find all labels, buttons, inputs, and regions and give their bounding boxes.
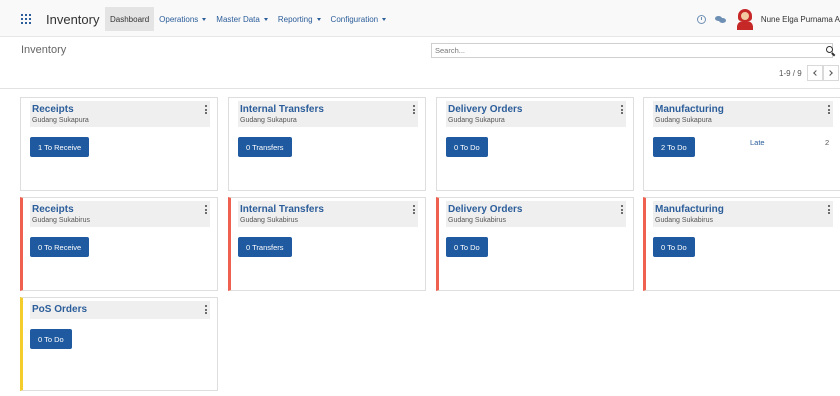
card-header: Delivery Orders Gudang Sukapura <box>446 101 626 127</box>
card-subtitle: Gudang Sukapura <box>448 117 505 124</box>
card-title[interactable]: Receipts <box>32 104 74 115</box>
main-menu: Dashboard Operations Master Data Reporti… <box>105 7 391 31</box>
late-link[interactable]: Late <box>750 138 765 147</box>
kebab-menu-icon[interactable] <box>205 205 208 214</box>
kanban-card[interactable]: Receipts Gudang Sukabirus 0 To Receive <box>20 197 218 291</box>
caret-down-icon <box>202 17 207 21</box>
kanban-card[interactable]: Delivery Orders Gudang Sukapura 0 To Do <box>436 97 634 191</box>
breadcrumb: Inventory <box>21 44 67 56</box>
menu-reporting[interactable]: Reporting <box>273 7 326 31</box>
kanban-view: Receipts Gudang Sukapura 1 To Receive In… <box>0 89 840 396</box>
kanban-card[interactable]: Internal Transfers Gudang Sukapura 0 Tra… <box>228 97 426 191</box>
apps-menu-icon[interactable] <box>21 14 31 24</box>
chevron-left-icon <box>813 70 819 76</box>
kanban-card[interactable]: Internal Transfers Gudang Sukabirus 0 Tr… <box>228 197 426 291</box>
kebab-menu-icon[interactable] <box>413 205 416 214</box>
card-action-button[interactable]: 0 Transfers <box>238 237 292 257</box>
kebab-menu-icon[interactable] <box>828 105 831 114</box>
user-avatar[interactable] <box>735 8 755 30</box>
kebab-menu-icon[interactable] <box>621 105 624 114</box>
card-subtitle: Gudang Sukabirus <box>448 217 506 224</box>
card-header: Receipts Gudang Sukabirus <box>30 201 210 227</box>
card-title[interactable]: Manufacturing <box>655 104 724 115</box>
systray: Nune Elga Purnama A <box>696 8 840 30</box>
kanban-card[interactable]: PoS Orders 0 To Do <box>20 297 218 391</box>
kanban-card[interactable]: Delivery Orders Gudang Sukabirus 0 To Do <box>436 197 634 291</box>
card-action-button[interactable]: 1 To Receive <box>30 137 90 157</box>
card-action-button[interactable]: 0 To Do <box>653 237 695 257</box>
card-title[interactable]: PoS Orders <box>32 304 87 315</box>
card-header: Internal Transfers Gudang Sukabirus <box>238 201 418 227</box>
kebab-menu-icon[interactable] <box>621 205 624 214</box>
card-subtitle: Gudang Sukapura <box>655 117 712 124</box>
pager-next-button[interactable] <box>823 65 839 81</box>
kebab-menu-icon[interactable] <box>205 305 208 314</box>
kanban-card[interactable]: Manufacturing Gudang Sukabirus 0 To Do <box>643 197 840 291</box>
card-action-button[interactable]: 0 To Do <box>30 329 72 349</box>
card-action-button[interactable]: 0 To Do <box>446 237 488 257</box>
card-header: PoS Orders <box>30 301 210 319</box>
app-title[interactable]: Inventory <box>46 12 99 27</box>
card-title[interactable]: Receipts <box>32 204 74 215</box>
menu-master-data[interactable]: Master Data <box>211 7 273 31</box>
chevron-right-icon <box>827 70 833 76</box>
user-name[interactable]: Nune Elga Purnama A <box>761 15 840 24</box>
card-action-button[interactable]: 0 To Do <box>446 137 488 157</box>
caret-down-icon <box>382 17 387 21</box>
caret-down-icon <box>263 17 268 21</box>
pager-value[interactable]: 1-9 / 9 <box>779 69 802 78</box>
kebab-menu-icon[interactable] <box>205 105 208 114</box>
activity-clock-icon[interactable] <box>696 14 706 24</box>
card-title[interactable]: Delivery Orders <box>448 204 523 215</box>
search-input[interactable] <box>431 43 833 58</box>
card-header: Delivery Orders Gudang Sukabirus <box>446 201 626 227</box>
search-icon[interactable] <box>826 46 836 57</box>
card-title[interactable]: Internal Transfers <box>240 104 324 115</box>
card-header: Manufacturing Gudang Sukapura <box>653 101 833 127</box>
kebab-menu-icon[interactable] <box>413 105 416 114</box>
card-subtitle: Gudang Sukabirus <box>240 217 298 224</box>
menu-configuration[interactable]: Configuration <box>326 7 392 31</box>
kanban-card[interactable]: Manufacturing Gudang Sukapura 2 To Do La… <box>643 97 840 191</box>
kanban-card[interactable]: Receipts Gudang Sukapura 1 To Receive <box>20 97 218 191</box>
late-count: 2 <box>825 138 830 147</box>
top-navbar: Inventory Dashboard Operations Master Da… <box>0 0 840 37</box>
card-title[interactable]: Manufacturing <box>655 204 724 215</box>
card-header: Internal Transfers Gudang Sukapura <box>238 101 418 127</box>
card-subtitle: Gudang Sukapura <box>240 117 297 124</box>
chat-icon[interactable] <box>714 15 726 23</box>
card-subtitle: Gudang Sukabirus <box>32 217 90 224</box>
pager-previous-button[interactable] <box>807 65 823 81</box>
card-header: Manufacturing Gudang Sukabirus <box>653 201 833 227</box>
caret-down-icon <box>316 17 321 21</box>
card-header: Receipts Gudang Sukapura <box>30 101 210 127</box>
card-action-button[interactable]: 0 To Receive <box>30 237 90 257</box>
card-subtitle: Gudang Sukapura <box>32 117 89 124</box>
card-action-button[interactable]: 2 To Do <box>653 137 695 157</box>
card-title[interactable]: Delivery Orders <box>448 104 523 115</box>
kebab-menu-icon[interactable] <box>828 205 831 214</box>
menu-dashboard[interactable]: Dashboard <box>105 7 155 31</box>
card-action-button[interactable]: 0 Transfers <box>238 137 292 157</box>
card-subtitle: Gudang Sukabirus <box>655 217 713 224</box>
control-panel: Inventory 1-9 / 9 <box>0 37 840 89</box>
card-title[interactable]: Internal Transfers <box>240 204 324 215</box>
menu-operations[interactable]: Operations <box>154 7 211 31</box>
